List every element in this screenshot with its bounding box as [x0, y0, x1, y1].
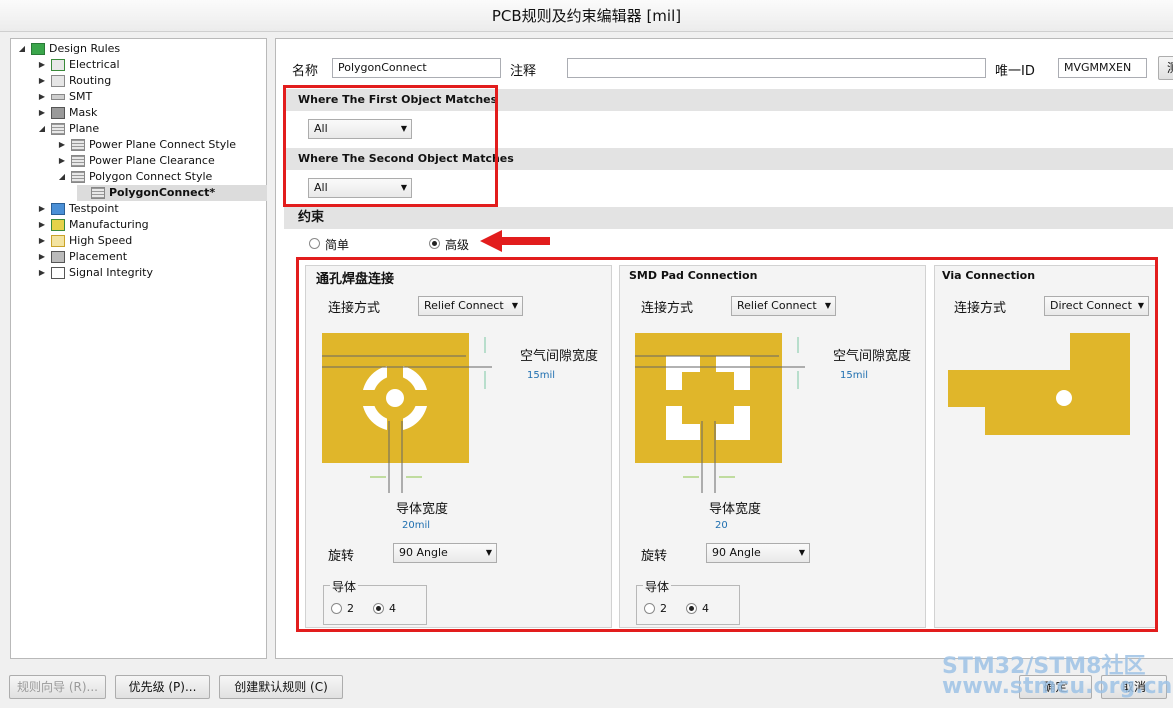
mask-icon [51, 107, 65, 119]
routing-icon [51, 75, 65, 87]
unique-id-input[interactable]: MVGMMXEN [1058, 58, 1147, 78]
tree-label: Mask [69, 106, 98, 119]
tree-item-plane[interactable]: ◢ Plane [37, 121, 265, 137]
tree-item-placement[interactable]: ▶ Placement [37, 249, 265, 265]
rules-tree[interactable]: ◢ Design Rules ▶ Electrical ▶ Routing ▶ … [10, 38, 267, 659]
expand-icon[interactable]: ▶ [37, 57, 47, 73]
signal-integrity-icon [51, 267, 65, 279]
tree-item-design-rules[interactable]: ◢ Design Rules [17, 41, 265, 57]
expand-icon[interactable]: ▶ [37, 105, 47, 121]
comment-input[interactable] [567, 58, 986, 78]
collapse-icon[interactable]: ◢ [17, 41, 27, 57]
tree-item-polygonconnect[interactable]: PolygonConnect* [77, 185, 267, 201]
name-input[interactable]: PolygonConnect [332, 58, 501, 78]
tree-label: SMT [69, 90, 93, 103]
tree-item-manufacturing[interactable]: ▶ Manufacturing [37, 217, 265, 233]
comment-label: 注释 [510, 64, 537, 79]
electrical-icon [51, 59, 65, 71]
tree-item-routing[interactable]: ▶ Routing [37, 73, 265, 89]
tree-label: Placement [69, 250, 128, 263]
constraints-header: 约束 [284, 207, 1173, 229]
collapse-icon[interactable]: ◢ [57, 169, 67, 185]
plane-rule-icon [71, 139, 85, 151]
annotation-arrow [480, 230, 550, 252]
test-button[interactable]: 测 [1158, 56, 1173, 80]
expand-icon[interactable]: ▶ [37, 233, 47, 249]
plane-rule-icon [71, 155, 85, 167]
tree-label: PolygonConnect* [109, 186, 216, 199]
tree-label: Polygon Connect Style [89, 170, 213, 183]
collapse-icon[interactable]: ◢ [37, 121, 47, 137]
advanced-radio[interactable] [429, 238, 440, 249]
expand-icon[interactable]: ▶ [37, 89, 47, 105]
name-label: 名称 [292, 64, 319, 79]
simple-radio[interactable] [309, 238, 320, 249]
tree-label: Design Rules [49, 42, 121, 55]
window-title: PCB规则及约束编辑器 [mil] [0, 0, 1173, 32]
tree-label: Signal Integrity [69, 266, 153, 279]
tree-label: Power Plane Clearance [89, 154, 215, 167]
tree-label: Routing [69, 74, 112, 87]
tree-item-polygon-connect-style[interactable]: ◢ Polygon Connect Style [57, 169, 265, 185]
annotation-box-matches [283, 85, 498, 207]
rule-icon [91, 187, 105, 199]
watermark-line2: www.stmcu.org.cn [942, 674, 1173, 699]
rules-folder-icon [31, 43, 45, 55]
expand-icon[interactable]: ▶ [37, 73, 47, 89]
high-speed-icon [51, 235, 65, 247]
testpoint-icon [51, 203, 65, 215]
expand-icon[interactable]: ▶ [37, 201, 47, 217]
expand-icon[interactable]: ▶ [37, 217, 47, 233]
expand-icon[interactable]: ▶ [37, 249, 47, 265]
tree-label: Power Plane Connect Style [89, 138, 237, 151]
plane-icon [51, 123, 65, 135]
priority-button[interactable]: 优先级 (P)... [115, 675, 210, 699]
expand-icon[interactable]: ▶ [37, 265, 47, 281]
placement-icon [51, 251, 65, 263]
tree-label: Electrical [69, 58, 120, 71]
tree-item-high-speed[interactable]: ▶ High Speed [37, 233, 265, 249]
simple-radio-label[interactable]: 简单 [325, 236, 349, 253]
tree-label: Testpoint [69, 202, 119, 215]
tree-item-signal-integrity[interactable]: ▶ Signal Integrity [37, 265, 265, 281]
manufacturing-icon [51, 219, 65, 231]
tree-item-smt[interactable]: ▶ SMT [37, 89, 265, 105]
tree-label: High Speed [69, 234, 133, 247]
tree-item-testpoint[interactable]: ▶ Testpoint [37, 201, 265, 217]
plane-rule-icon [71, 171, 85, 183]
advanced-radio-label[interactable]: 高级 [445, 236, 469, 253]
unique-id-label: 唯一ID [995, 64, 1035, 79]
tree-label: Plane [69, 122, 100, 135]
smt-icon [51, 94, 65, 100]
tree-item-electrical[interactable]: ▶ Electrical [37, 57, 265, 73]
tree-item-power-plane-connect-style[interactable]: ▶ Power Plane Connect Style [57, 137, 265, 153]
expand-icon[interactable]: ▶ [57, 137, 67, 153]
rule-wizard-button[interactable]: 规则向导 (R)... [9, 675, 106, 699]
tree-label: Manufacturing [69, 218, 149, 231]
annotation-box-advanced [296, 257, 1158, 632]
expand-icon[interactable]: ▶ [57, 153, 67, 169]
tree-item-power-plane-clearance[interactable]: ▶ Power Plane Clearance [57, 153, 265, 169]
create-default-rules-button[interactable]: 创建默认规则 (C) [219, 675, 343, 699]
tree-item-mask[interactable]: ▶ Mask [37, 105, 265, 121]
